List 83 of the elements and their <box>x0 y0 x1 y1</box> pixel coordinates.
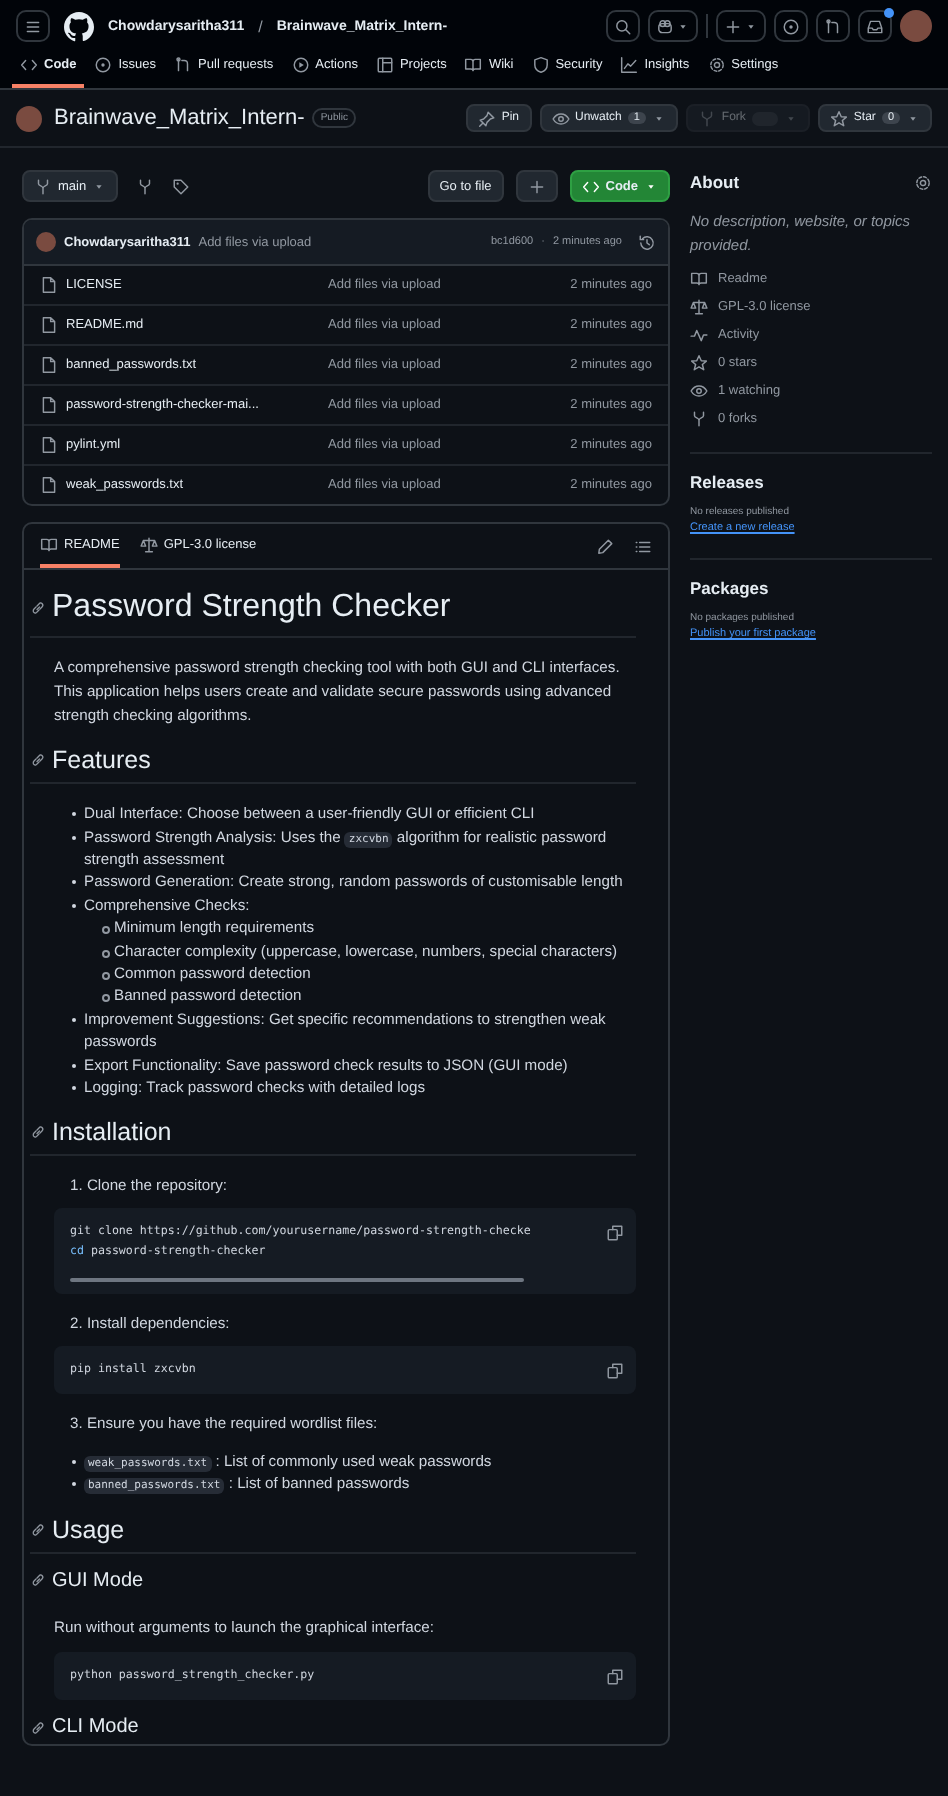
file-icon <box>40 396 58 414</box>
caret-icon <box>651 111 666 125</box>
file-icon <box>40 476 58 494</box>
caret-icon <box>744 19 758 33</box>
book-icon <box>690 270 708 289</box>
create-new-button[interactable] <box>716 10 766 42</box>
search-icon <box>614 17 632 35</box>
inbox-button[interactable] <box>858 10 892 42</box>
eye-icon <box>551 109 570 127</box>
scale-icon <box>690 298 708 317</box>
link-icon[interactable] <box>30 1521 46 1538</box>
horizontal-scrollbar[interactable] <box>70 1278 525 1283</box>
pulse-icon <box>690 326 708 345</box>
fork-icon <box>697 109 716 127</box>
menu-button[interactable] <box>16 10 50 42</box>
readme-heading: Password Strength Checker <box>52 590 451 626</box>
repo-name: Brainwave_Matrix_Intern- <box>54 106 305 130</box>
circle-dot-icon <box>94 56 113 74</box>
book-icon <box>40 535 58 553</box>
file-icon <box>40 436 58 454</box>
pull-request-icon <box>824 17 842 35</box>
caret-icon <box>644 179 658 193</box>
star-icon <box>690 354 708 373</box>
inbox-icon <box>866 17 884 35</box>
star-icon <box>829 109 848 127</box>
caret-icon <box>906 111 920 125</box>
plus-icon <box>724 17 742 35</box>
author-avatar-circle <box>36 232 56 252</box>
tag-icon[interactable] <box>172 177 191 195</box>
copy-icon[interactable] <box>606 1224 624 1243</box>
code-icon <box>20 56 38 74</box>
link-icon[interactable] <box>30 752 46 769</box>
eye-icon <box>690 382 708 401</box>
pin-icon <box>477 109 496 127</box>
fork-icon <box>690 410 708 429</box>
link-icon[interactable] <box>30 1719 46 1736</box>
shield-icon <box>531 56 550 74</box>
file-icon <box>40 316 58 334</box>
breadcrumb-separator: / <box>258 17 263 35</box>
link-icon[interactable] <box>30 1124 46 1141</box>
readme-heading: Features <box>52 746 151 775</box>
robot-face-icon <box>656 17 674 35</box>
releases-heading: Releases <box>690 472 766 493</box>
circle-dot-icon <box>782 17 800 35</box>
avatar-circle[interactable] <box>900 10 932 42</box>
graph-icon <box>620 56 639 74</box>
link-icon[interactable] <box>30 1572 46 1589</box>
pull-requests-button[interactable] <box>816 10 850 42</box>
search-button[interactable] <box>606 10 640 42</box>
readme-heading: GUI Mode <box>52 1569 144 1592</box>
pencil-icon[interactable] <box>596 537 614 555</box>
octocat-logo-icon[interactable] <box>64 11 94 41</box>
copy-icon[interactable] <box>606 1668 624 1687</box>
link-icon[interactable] <box>30 600 46 616</box>
branch-icon[interactable] <box>136 177 155 195</box>
copy-icon[interactable] <box>606 1362 624 1381</box>
settings-icon[interactable] <box>914 173 932 191</box>
copilot-button[interactable] <box>648 10 698 42</box>
gear-icon <box>707 56 726 74</box>
owner-avatar-circle <box>16 105 42 131</box>
caret-icon <box>92 179 107 193</box>
about-heading: About <box>690 172 740 192</box>
branch-icon <box>34 177 52 195</box>
play-icon <box>291 56 310 74</box>
table-icon <box>375 56 394 74</box>
caret-icon <box>676 19 690 33</box>
file-icon <box>40 356 58 374</box>
menu-icon <box>24 17 42 35</box>
packages-heading: Packages <box>690 578 771 599</box>
add-file-button[interactable] <box>515 170 558 202</box>
pull-request-icon <box>174 56 193 74</box>
code-icon <box>581 177 600 195</box>
scale-icon <box>139 535 158 553</box>
history-icon[interactable] <box>638 233 656 251</box>
readme-heading: Installation <box>52 1118 172 1147</box>
readme-heading: CLI Mode <box>52 1716 139 1739</box>
caret-icon <box>783 111 798 125</box>
readme-heading: Usage <box>52 1515 125 1544</box>
outline-list-icon[interactable] <box>634 537 652 555</box>
plus-icon <box>527 177 546 195</box>
book-icon <box>464 56 483 74</box>
issues-button[interactable] <box>774 10 808 42</box>
file-icon <box>40 276 58 294</box>
